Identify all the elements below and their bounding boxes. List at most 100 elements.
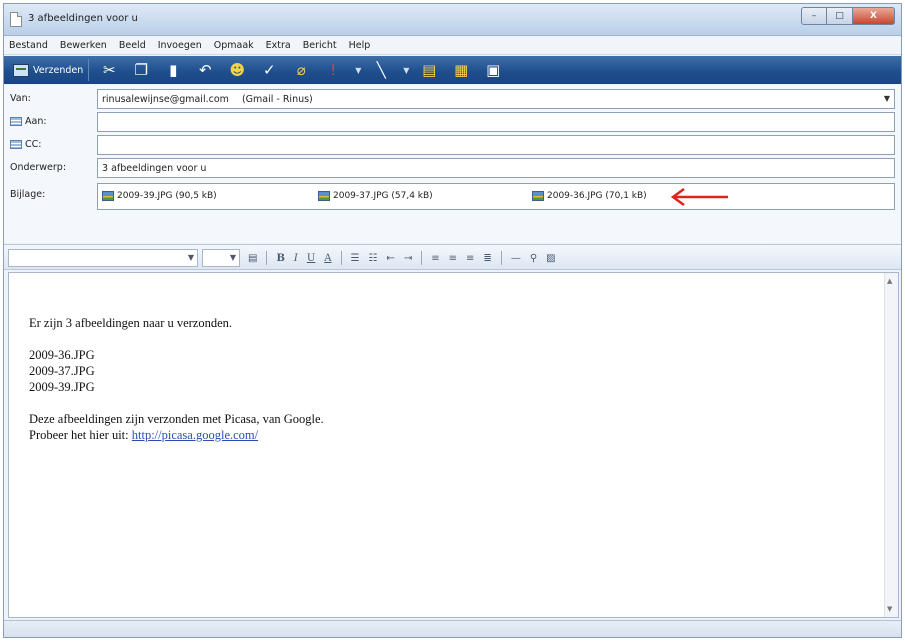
bold-button[interactable]: B (276, 253, 284, 264)
to-label: Aan: (25, 116, 47, 127)
attachment-item[interactable]: 2009-37.JPG (57,4 kB) (318, 191, 433, 201)
to-field[interactable] (97, 112, 895, 132)
menu-beeld[interactable]: Beeld (119, 40, 146, 51)
cc-row: CC: (4, 135, 901, 157)
from-account: (Gmail - Rinus) (241, 94, 313, 105)
align-left-icon[interactable]: ≡ (431, 253, 439, 264)
close-button[interactable]: X (853, 7, 895, 25)
address-book-icon (10, 140, 22, 149)
chevron-down-icon: ▼ (229, 253, 236, 262)
undo-icon[interactable]: ↶ (193, 59, 217, 81)
priority-dropdown-icon[interactable]: ▼ (353, 59, 363, 81)
offline-icon[interactable]: ▦ (449, 59, 473, 81)
from-email: rinusalewijnse@gmail.com (102, 94, 229, 105)
file-name: 2009-36.JPG (29, 348, 95, 362)
to-row: Aan: (4, 112, 901, 134)
menu-bewerken[interactable]: Bewerken (60, 40, 107, 51)
underline-button[interactable]: U (307, 253, 315, 264)
window-title: 3 afbeeldingen voor u (28, 13, 138, 24)
divider (340, 251, 342, 265)
message-text: Er zijn 3 afbeeldingen naar u verzonden.… (29, 315, 324, 443)
from-label: Van: (10, 93, 31, 104)
image-file-icon (532, 191, 544, 201)
format-buttons: ▤ B I U A ☰ ☷ ⇤ ⇥ ≡ ≡ ≡ ≣ — ⚲ ▨ (248, 249, 565, 267)
attachment-label: Bijlage: (10, 189, 46, 200)
menu-opmaak[interactable]: Opmaak (214, 40, 254, 51)
vertical-scrollbar[interactable]: ▲ ▼ (884, 273, 898, 617)
document-icon (10, 12, 22, 27)
image-file-icon (318, 191, 330, 201)
paste-icon[interactable]: ▮ (161, 59, 185, 81)
subject-field[interactable]: 3 afbeeldingen voor u (97, 158, 895, 178)
attach-icon[interactable]: ⌀ (289, 59, 313, 81)
menu-bar: Bestand Bewerken Beeld Invoegen Opmaak E… (4, 37, 901, 55)
window-controls: – □ X (801, 7, 895, 25)
align-center-icon[interactable]: ≡ (449, 253, 457, 264)
send-icon (13, 63, 29, 77)
title-bar[interactable]: 3 afbeeldingen voor u – □ X (4, 4, 901, 36)
spelling-icon[interactable]: ✓ (257, 59, 281, 81)
numbered-list-icon[interactable]: ☰ (351, 253, 360, 264)
format-toolbar: ▼ ▼ ▤ B I U A ☰ ☷ ⇤ ⇥ ≡ ≡ ≡ ≣ — ⚲ ▨ (4, 244, 901, 270)
minimize-button[interactable]: – (801, 7, 827, 25)
justify-icon[interactable]: ≣ (483, 253, 491, 264)
divider (421, 251, 423, 265)
picasa-link[interactable]: http://picasa.google.com/ (132, 428, 258, 442)
cc-label: CC: (25, 139, 42, 150)
image-file-icon (102, 191, 114, 201)
bullet-list-icon[interactable]: ☷ (369, 253, 378, 264)
main-toolbar: Verzenden ✂ ❐ ▮ ↶ ☻ ✓ ⌀ ! ▼ ╲ ▼ ▤ ▦ ▣ (4, 56, 901, 84)
copy-icon[interactable]: ❐ (129, 59, 153, 81)
scroll-down-icon[interactable]: ▼ (887, 605, 892, 613)
divider (500, 251, 502, 265)
menu-bestand[interactable]: Bestand (9, 40, 48, 51)
encrypt-icon[interactable]: ▤ (417, 59, 441, 81)
sign-icon[interactable]: ╲ (369, 59, 393, 81)
attachment-item[interactable]: 2009-39.JPG (90,5 kB) (102, 191, 217, 201)
italic-button[interactable]: I (294, 253, 298, 264)
menu-help[interactable]: Help (349, 40, 371, 51)
cc-button[interactable]: CC: (10, 139, 41, 150)
cut-icon[interactable]: ✂ (97, 59, 121, 81)
intro-line: Er zijn 3 afbeeldingen naar u verzonden. (29, 316, 233, 330)
attachment-name: 2009-36.JPG (70,1 kB) (547, 191, 647, 201)
hyperlink-icon[interactable]: ⚲ (530, 253, 537, 264)
subject-label: Onderwerp: (10, 162, 67, 173)
to-button[interactable]: Aan: (10, 116, 47, 127)
chevron-down-icon: ▼ (187, 253, 194, 262)
file-name: 2009-37.JPG (29, 364, 95, 378)
subject-row: Onderwerp: 3 afbeeldingen voor u (4, 158, 901, 180)
check-names-icon[interactable]: ☻ (225, 59, 249, 81)
send-button[interactable]: Verzenden (8, 59, 90, 81)
from-select[interactable]: rinusalewijnse@gmail.com (Gmail - Rinus)… (97, 89, 895, 109)
menu-bericht[interactable]: Bericht (303, 40, 337, 51)
decrease-indent-icon[interactable]: ⇤ (386, 253, 394, 264)
contacts-icon[interactable]: ▣ (481, 59, 505, 81)
font-size-select[interactable]: ▼ (202, 249, 240, 267)
font-select[interactable]: ▼ (8, 249, 198, 267)
font-color-button[interactable]: A (324, 253, 331, 264)
attachment-list: 2009-39.JPG (90,5 kB) 2009-37.JPG (57,4 … (97, 183, 895, 210)
message-header: Van: rinusalewijnse@gmail.com (Gmail - R… (4, 85, 901, 243)
red-arrow-annotation (670, 187, 728, 207)
status-bar (4, 620, 901, 637)
sign-dropdown-icon[interactable]: ▼ (401, 59, 411, 81)
message-body[interactable]: Er zijn 3 afbeeldingen naar u verzonden.… (8, 272, 899, 618)
priority-icon[interactable]: ! (321, 59, 345, 81)
menu-invoegen[interactable]: Invoegen (158, 40, 202, 51)
paragraph-style-icon[interactable]: ▤ (248, 253, 257, 264)
attachment-name: 2009-39.JPG (90,5 kB) (117, 191, 217, 201)
file-name: 2009-39.JPG (29, 380, 95, 394)
attachment-item[interactable]: 2009-36.JPG (70,1 kB) (532, 191, 647, 201)
menu-extra[interactable]: Extra (266, 40, 291, 51)
footer-line-2: Probeer het hier uit: http://picasa.goog… (29, 427, 324, 443)
footer-line: Deze afbeeldingen zijn verzonden met Pic… (29, 412, 324, 426)
increase-indent-icon[interactable]: ⇥ (404, 253, 412, 264)
maximize-button[interactable]: □ (827, 7, 853, 25)
send-label: Verzenden (33, 64, 84, 76)
horizontal-line-icon[interactable]: — (511, 253, 521, 264)
cc-field[interactable] (97, 135, 895, 155)
scroll-up-icon[interactable]: ▲ (887, 277, 892, 285)
align-right-icon[interactable]: ≡ (466, 253, 474, 264)
insert-picture-icon[interactable]: ▨ (546, 253, 555, 264)
